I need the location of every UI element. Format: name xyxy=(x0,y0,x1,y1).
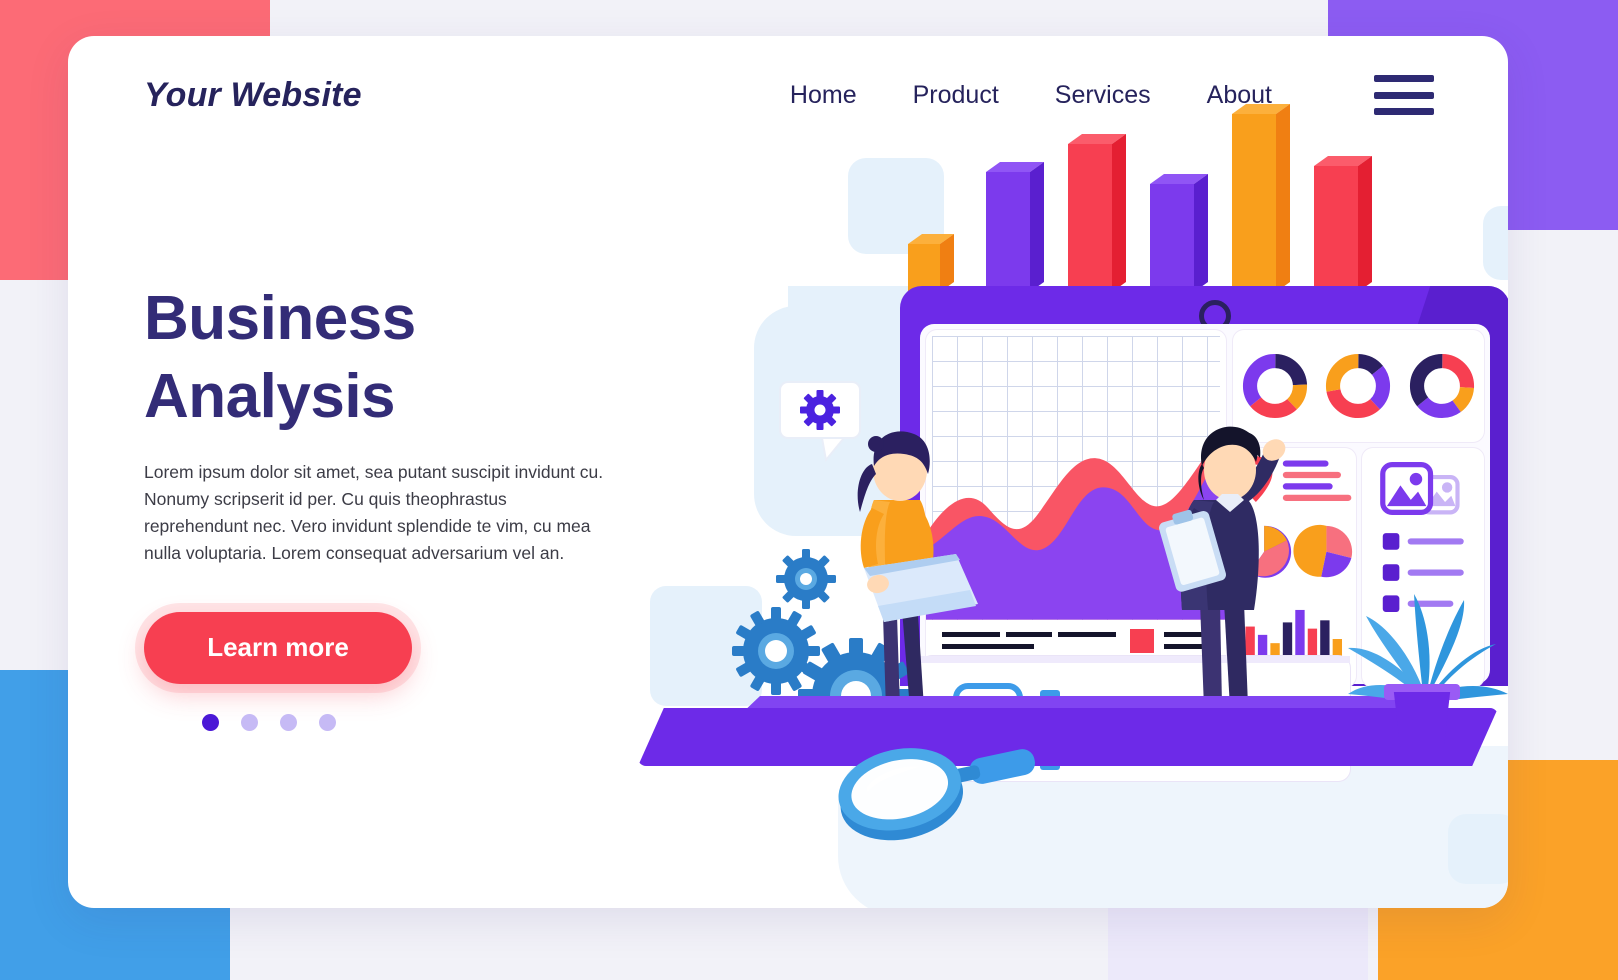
hamburger-bar-2 xyxy=(1374,91,1434,99)
hamburger-bar-1 xyxy=(1374,75,1434,82)
carousel-dot-2[interactable] xyxy=(241,713,258,731)
page-root: Your Website Home Product Services About… xyxy=(0,0,1618,980)
hamburger-menu-icon[interactable] xyxy=(1374,75,1434,115)
magnifier-icon xyxy=(838,748,1035,841)
nav-item-services[interactable]: Services xyxy=(1027,81,1179,110)
bar-3d-2 xyxy=(986,162,1044,292)
gear-icon-small xyxy=(776,549,836,609)
bar-3d-6 xyxy=(1314,156,1372,292)
page-title-line-1: Business xyxy=(144,284,416,353)
carousel-dot-3[interactable] xyxy=(280,713,297,731)
main-nav: Home Product Services About xyxy=(762,81,1300,110)
site-logo[interactable]: Your Website xyxy=(144,76,362,115)
nav-item-product[interactable]: Product xyxy=(885,81,1027,110)
site-header: Your Website Home Product Services About xyxy=(68,36,1508,154)
page-title-line-2: Analysis xyxy=(144,361,396,431)
plant-pot xyxy=(1393,692,1451,748)
landing-card: Your Website Home Product Services About… xyxy=(68,36,1508,908)
nav-item-home[interactable]: Home xyxy=(762,81,885,110)
nav-item-about[interactable]: About xyxy=(1179,81,1300,110)
donut-chart-3 xyxy=(1410,353,1475,419)
learn-more-button[interactable]: Learn more xyxy=(144,611,412,684)
bar-3d-3 xyxy=(1068,134,1126,292)
carousel-dot-1[interactable] xyxy=(202,713,219,731)
hero-copy: Business Analysis Lorem ipsum dolor sit … xyxy=(144,280,674,731)
carousel-dots xyxy=(144,713,674,731)
page-title: Business Analysis xyxy=(144,280,674,435)
cta-wrap: Learn more xyxy=(144,611,674,684)
bar-3d-4 xyxy=(1150,174,1208,292)
image-placeholder-icon xyxy=(1379,462,1433,515)
gear-icon-medium xyxy=(732,607,820,695)
bar-3d-1 xyxy=(908,234,954,292)
hamburger-bar-3 xyxy=(1374,108,1434,115)
business-analysis-illustration xyxy=(538,96,1508,908)
hero-paragraph: Lorem ipsum dolor sit amet, sea putant s… xyxy=(144,462,604,564)
decor-square-8 xyxy=(1448,814,1508,884)
carousel-dot-4[interactable] xyxy=(319,713,336,731)
